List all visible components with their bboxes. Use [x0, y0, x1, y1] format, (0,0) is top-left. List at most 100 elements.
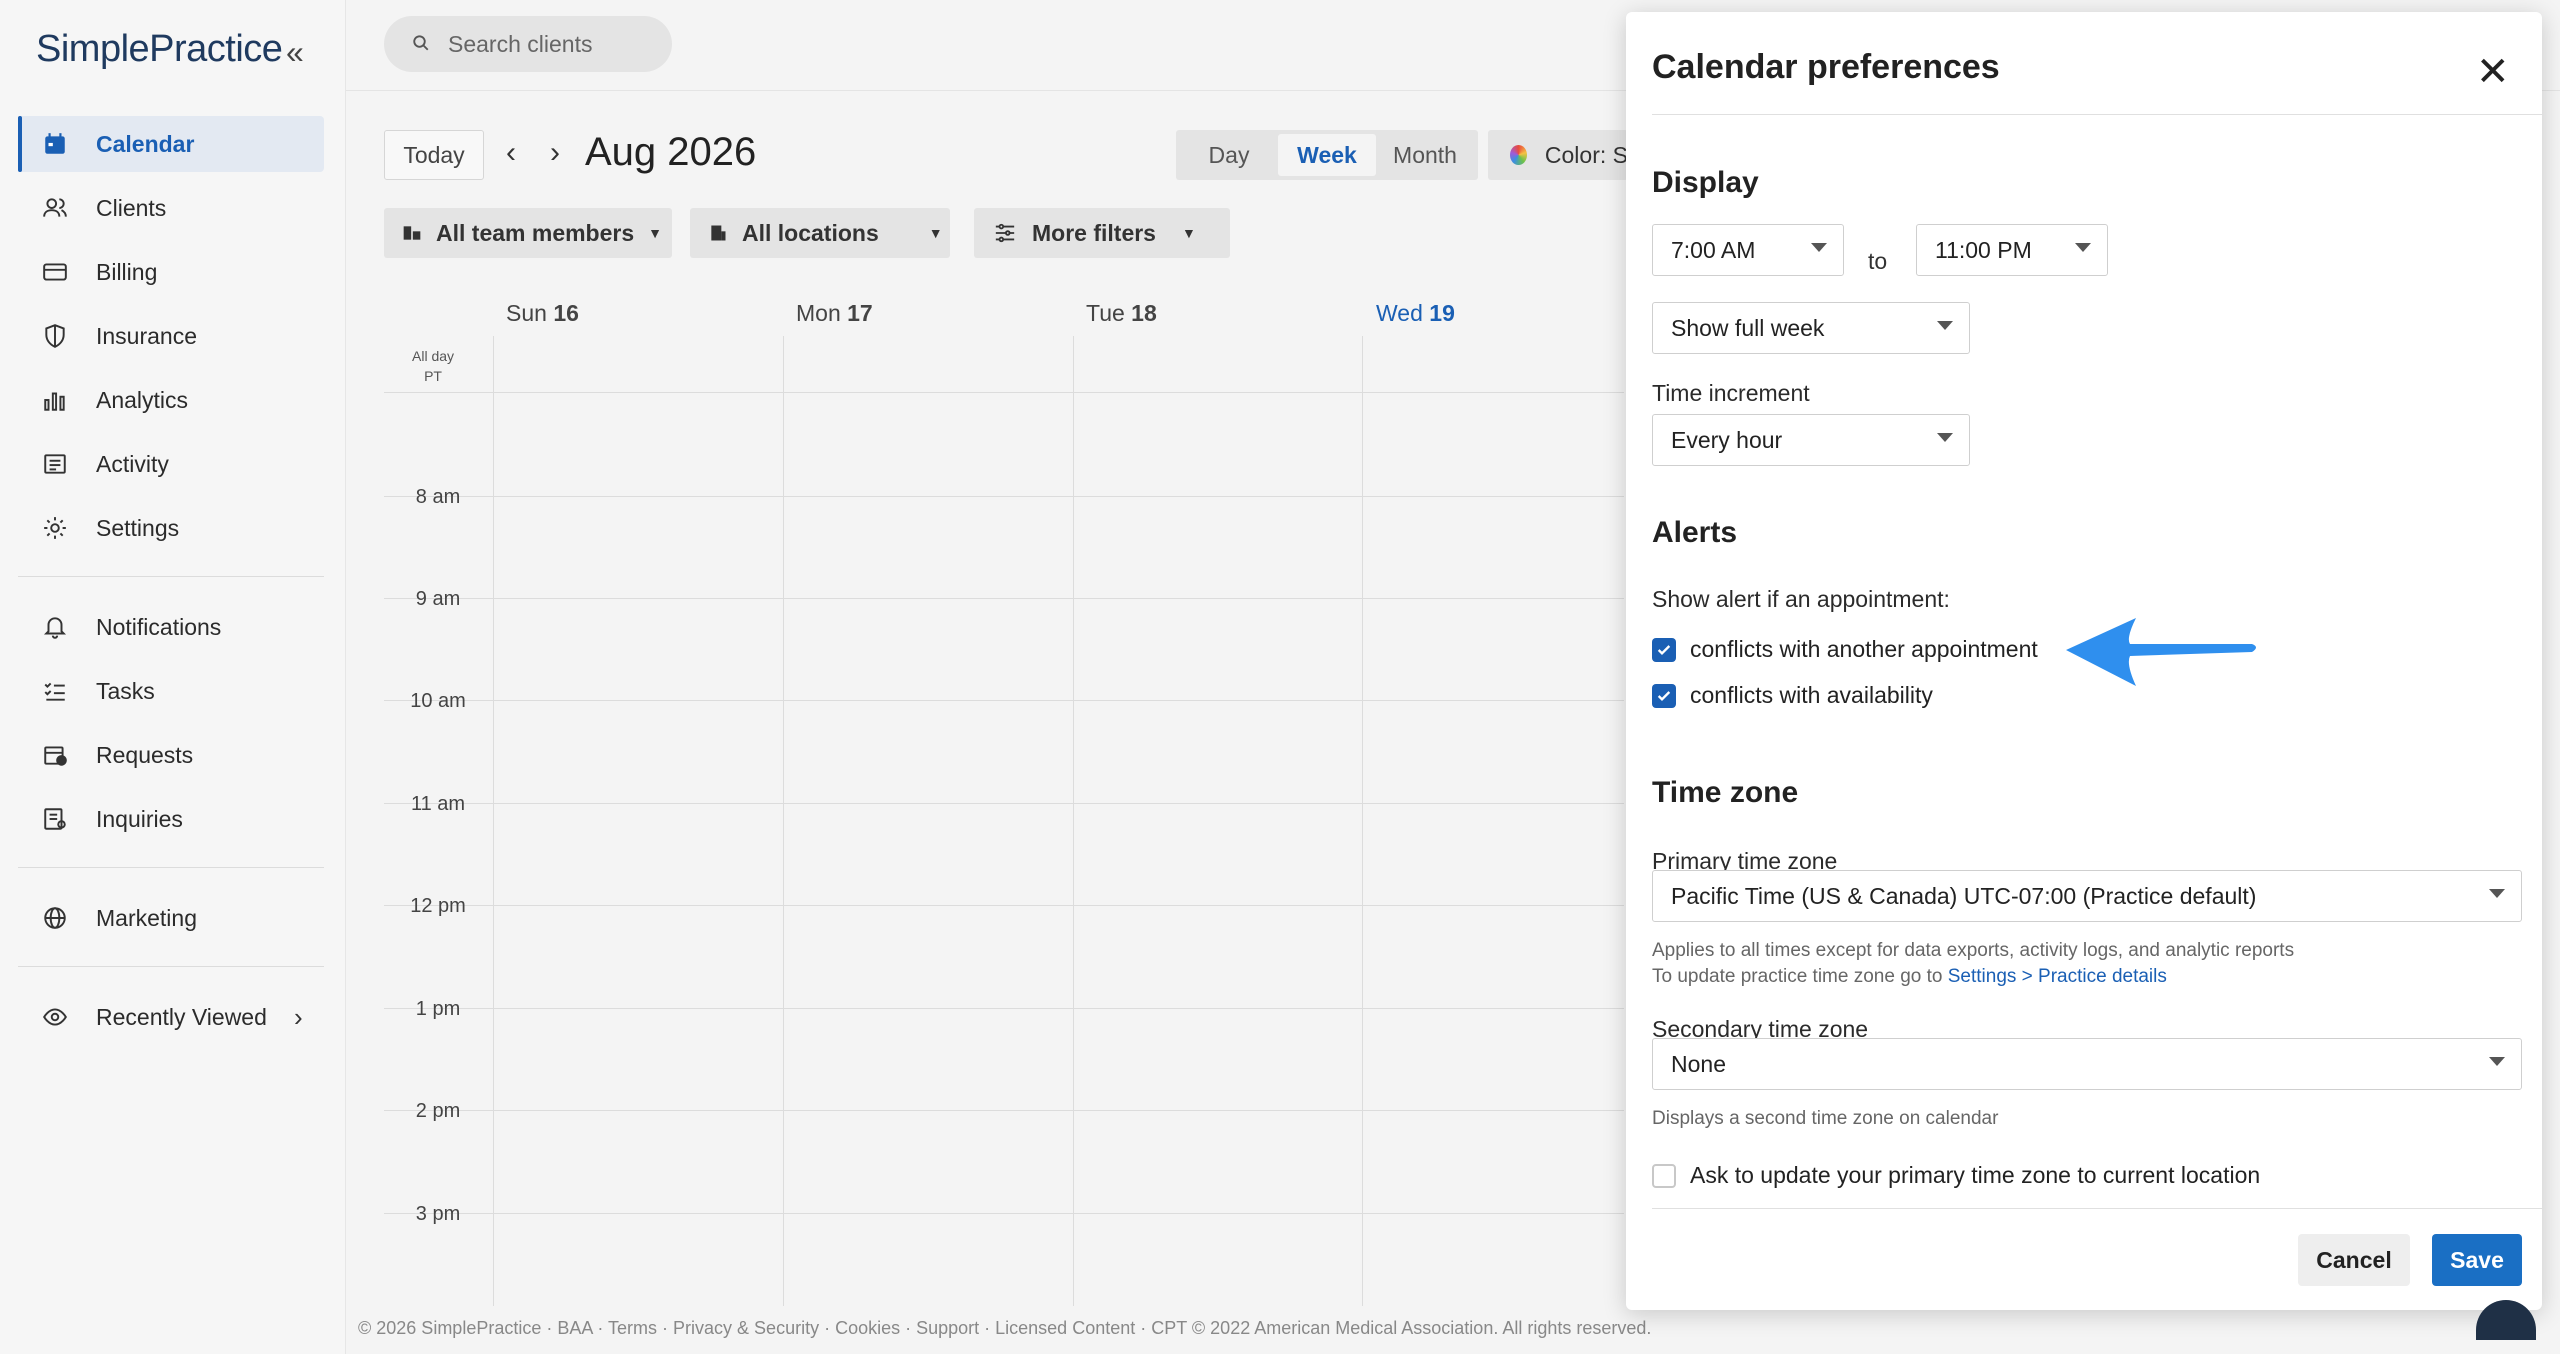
practice-details-link[interactable]: Settings > Practice details: [1948, 966, 2167, 987]
view-week-button[interactable]: Week: [1278, 134, 1376, 176]
sidebar-item-label: Analytics: [96, 386, 189, 413]
primary-timezone-help-line: To update practice time zone go to Setti…: [1652, 964, 2294, 990]
caret-down-icon: ▼: [648, 225, 662, 241]
primary-timezone-select[interactable]: Pacific Time (US & Canada) UTC-07:00 (Pr…: [1652, 870, 2522, 922]
to-label: to: [1868, 248, 1888, 274]
view-month-button[interactable]: Month: [1376, 134, 1474, 176]
grid-column-line: [1073, 336, 1074, 1306]
end-time-select[interactable]: 11:00 PM: [1916, 224, 2108, 276]
sidebar-divider: [18, 576, 324, 577]
conflict-availability-label: conflicts with availability: [1690, 682, 1933, 708]
display-section-title: Display: [1652, 166, 1759, 199]
team-members-label: All team members: [436, 219, 635, 246]
day-number: 19: [1429, 300, 1455, 326]
caret-down-icon: [2489, 1057, 2505, 1066]
day-header-tue[interactable]: Tue 18: [1086, 300, 1157, 327]
search-input[interactable]: Search clients: [384, 16, 672, 72]
sidebar-divider: [18, 966, 324, 967]
sidebar-item-inquiries[interactable]: Inquiries: [18, 791, 324, 847]
day-header-sun[interactable]: Sun 16: [506, 300, 579, 327]
alerts-intro: Show alert if an appointment:: [1652, 586, 1950, 612]
start-time-value: 7:00 AM: [1671, 236, 1756, 263]
sidebar-item-tasks[interactable]: Tasks: [18, 663, 324, 719]
color-filter-button[interactable]: Color: S: [1488, 130, 1628, 180]
conflict-availability-option[interactable]: conflicts with availability: [1652, 682, 1933, 709]
billing-card-icon: [40, 257, 70, 287]
color-filter-label: Color: S: [1544, 141, 1628, 168]
allday-text: All day: [412, 348, 455, 364]
sidebar: SimplePractice « Calendar Clients Billin…: [0, 0, 346, 1354]
secondary-timezone-value: None: [1671, 1050, 1726, 1077]
sidebar-item-marketing[interactable]: Marketing: [18, 890, 324, 946]
hour-label: 10 am: [410, 690, 466, 712]
panel-divider: [1652, 114, 2542, 115]
view-day-button[interactable]: Day: [1180, 134, 1278, 176]
search-placeholder: Search clients: [448, 30, 593, 57]
checkbox-unchecked-icon[interactable]: [1652, 1163, 1676, 1188]
hour-line: [384, 1213, 1624, 1214]
sidebar-item-activity[interactable]: Activity: [18, 436, 324, 492]
time-increment-select[interactable]: Every hour: [1652, 414, 1970, 466]
sidebar-item-notifications[interactable]: Notifications: [18, 599, 324, 655]
day-name: Sun: [506, 300, 547, 326]
sidebar-item-calendar[interactable]: Calendar: [18, 116, 324, 172]
caret-down-icon: [2075, 243, 2091, 252]
allday-label: All day PT: [412, 346, 454, 386]
month-title: Aug 2026: [585, 130, 757, 174]
sidebar-item-label: Notifications: [96, 613, 222, 640]
sidebar-item-insurance[interactable]: Insurance: [18, 308, 324, 364]
more-filters-button[interactable]: More filters ▼: [974, 208, 1230, 258]
hour-line: [384, 1008, 1624, 1009]
conflict-appointment-option[interactable]: conflicts with another appointment: [1652, 636, 2038, 663]
locations-filter[interactable]: All locations ▼: [690, 208, 950, 258]
sidebar-item-analytics[interactable]: Analytics: [18, 372, 324, 428]
timezone-section-title: Time zone: [1652, 776, 1799, 809]
primary-timezone-value: Pacific Time (US & Canada) UTC-07:00 (Pr…: [1671, 882, 2257, 909]
help-text: To update practice time zone go to: [1652, 966, 1948, 987]
save-button[interactable]: Save: [2432, 1234, 2522, 1286]
time-increment-value: Every hour: [1671, 426, 1783, 453]
sidebar-item-requests[interactable]: Requests: [18, 727, 324, 783]
ask-update-timezone-label: Ask to update your primary time zone to …: [1690, 1162, 2261, 1188]
simplepractice-logo[interactable]: SimplePractice: [36, 28, 283, 71]
day-header-mon[interactable]: Mon 17: [796, 300, 873, 327]
sidebar-item-settings[interactable]: Settings: [18, 500, 324, 556]
eye-icon: [40, 1002, 70, 1032]
checkbox-checked-icon[interactable]: [1652, 683, 1676, 708]
start-time-select[interactable]: 7:00 AM: [1652, 224, 1844, 276]
close-icon[interactable]: ✕: [2476, 52, 2510, 92]
hour-line: [384, 905, 1624, 906]
view-toggle: Day Week Month: [1176, 130, 1478, 180]
checkbox-checked-icon[interactable]: [1652, 637, 1676, 662]
gear-icon: [40, 513, 70, 543]
team-icon: [402, 223, 422, 243]
week-display-select[interactable]: Show full week: [1652, 302, 1970, 354]
chevron-left-icon[interactable]: ‹: [506, 136, 516, 170]
timezone-abbrev: PT: [424, 368, 442, 384]
collapse-sidebar-icon[interactable]: «: [286, 36, 304, 68]
shield-icon: [40, 321, 70, 351]
cancel-button[interactable]: Cancel: [2298, 1234, 2410, 1286]
chevron-right-icon[interactable]: ›: [550, 136, 560, 170]
sidebar-nav: Calendar Clients Billing Insurance Analy…: [18, 116, 324, 1053]
inquiries-icon: [40, 804, 70, 834]
sidebar-item-billing[interactable]: Billing: [18, 244, 324, 300]
sidebar-item-label: Settings: [96, 514, 180, 541]
today-button[interactable]: Today: [384, 130, 484, 180]
sidebar-item-label: Clients: [96, 194, 167, 221]
hour-label: 12 pm: [410, 895, 466, 917]
hour-label: 1 pm: [415, 998, 461, 1020]
end-time-value: 11:00 PM: [1935, 236, 2032, 263]
ask-update-timezone-option[interactable]: Ask to update your primary time zone to …: [1652, 1162, 2260, 1189]
grid-column-line: [783, 336, 784, 1306]
bell-icon: [40, 612, 70, 642]
bar-chart-icon: [40, 385, 70, 415]
secondary-timezone-select[interactable]: None: [1652, 1038, 2522, 1090]
team-members-filter[interactable]: All team members ▼: [384, 208, 672, 258]
day-number: 17: [847, 300, 873, 326]
allday-divider: [384, 392, 1624, 393]
sidebar-item-clients[interactable]: Clients: [18, 180, 324, 236]
hour-line: [384, 598, 1624, 599]
sidebar-item-recently-viewed[interactable]: Recently Viewed ›: [18, 989, 324, 1045]
day-header-wed[interactable]: Wed 19: [1376, 300, 1455, 327]
